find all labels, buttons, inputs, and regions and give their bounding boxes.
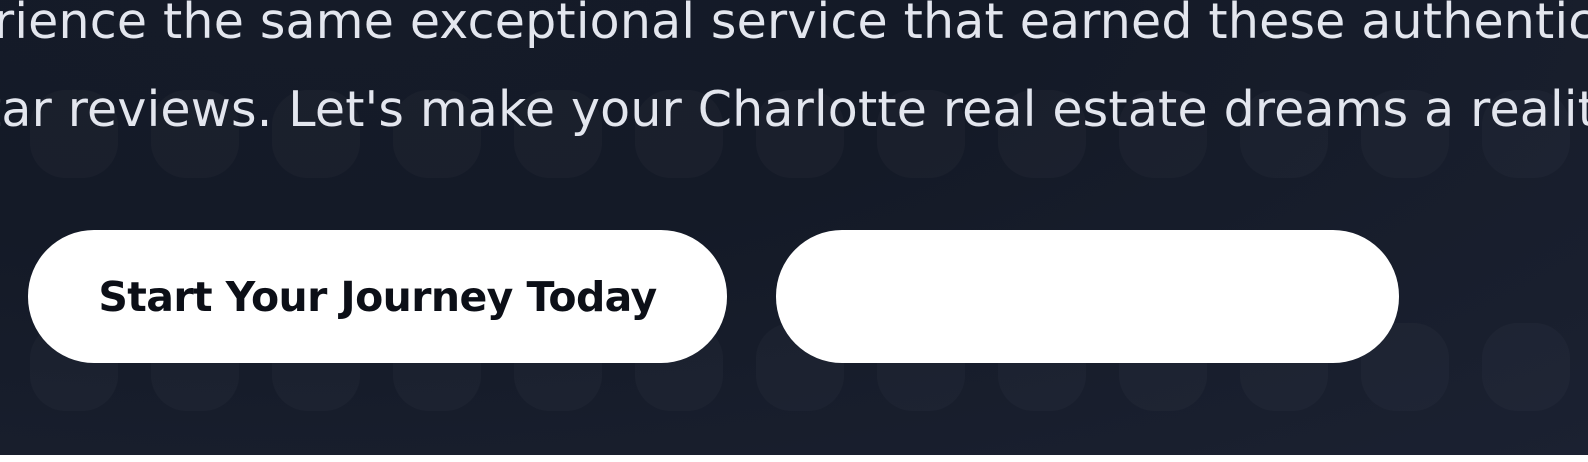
page-bottom-edge: [0, 455, 1588, 462]
cta-description-line-2: tar reviews. Let's make your Charlotte r…: [0, 81, 1588, 138]
cta-section: rience the same exceptional service that…: [0, 0, 1588, 455]
cta-description-line-1: rience the same exceptional service that…: [0, 0, 1588, 50]
start-journey-button-label: Start Your Journey Today: [98, 272, 657, 321]
start-journey-button[interactable]: Start Your Journey Today: [28, 230, 727, 363]
secondary-cta-button[interactable]: [776, 230, 1399, 363]
background-pattern: [0, 0, 1588, 455]
